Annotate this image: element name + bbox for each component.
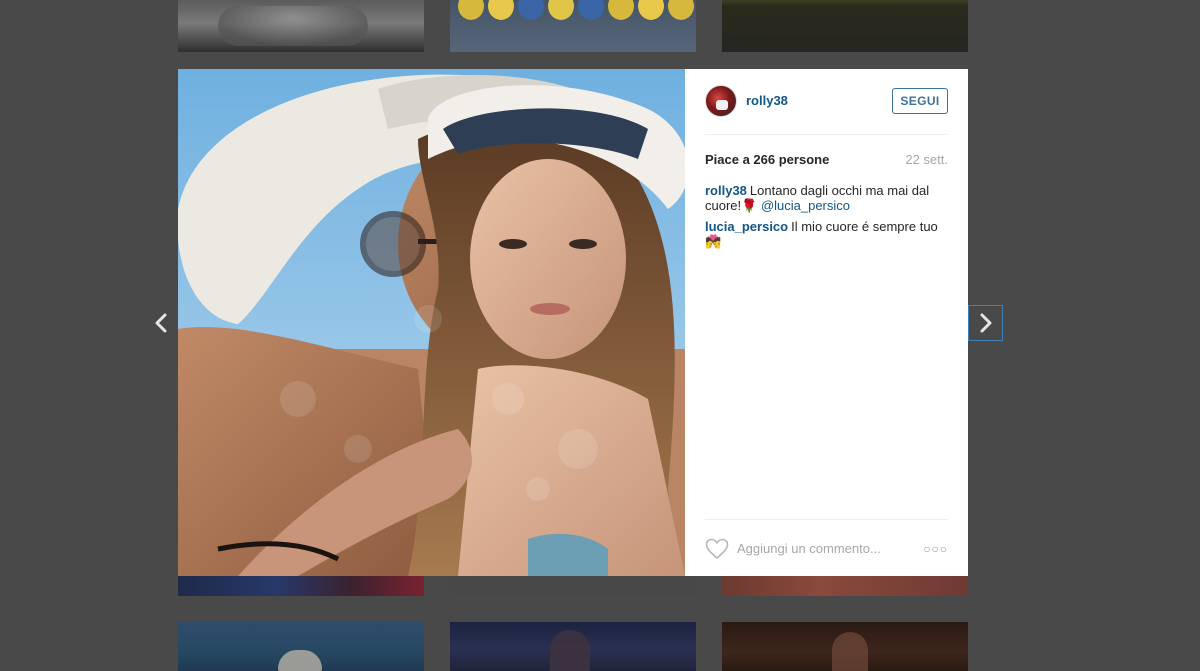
post-header: rolly38 SEGUI bbox=[705, 85, 948, 135]
comment-item: rolly38 Lontano dagli occhi ma mai dal cu… bbox=[705, 183, 948, 213]
comment-list: rolly38 Lontano dagli occhi ma mai dal cu… bbox=[705, 183, 948, 255]
comment-username[interactable]: rolly38 bbox=[705, 183, 747, 198]
comment-username[interactable]: lucia_persico bbox=[705, 219, 788, 234]
grid-thumbnail bbox=[722, 0, 968, 52]
post-sidebar: rolly38 SEGUI Piace a 266 persone 22 set… bbox=[685, 69, 968, 576]
selfie-image bbox=[178, 69, 685, 576]
post-modal: rolly38 SEGUI Piace a 266 persone 22 set… bbox=[178, 69, 968, 576]
next-post-button[interactable] bbox=[968, 305, 1003, 341]
post-username[interactable]: rolly38 bbox=[746, 93, 788, 108]
previous-post-button[interactable] bbox=[150, 305, 174, 341]
follow-button[interactable]: SEGUI bbox=[892, 88, 948, 114]
post-actions: Aggiungi un commento... ○○○ bbox=[705, 519, 948, 560]
add-comment-input[interactable]: Aggiungi un commento... bbox=[737, 541, 881, 556]
grid-thumbnail bbox=[722, 576, 968, 596]
grid-thumbnail bbox=[450, 576, 696, 596]
ellipsis-icon[interactable]: ○○○ bbox=[923, 542, 948, 556]
comment-item: lucia_persico Il mio cuore é sempre tuo💏 bbox=[705, 219, 948, 249]
grid-thumbnail bbox=[178, 576, 424, 596]
grid-thumbnail[interactable] bbox=[722, 622, 968, 671]
grid-thumbnail bbox=[178, 0, 424, 52]
post-photo bbox=[178, 69, 685, 576]
grid-thumbnail[interactable] bbox=[178, 622, 424, 671]
grid-thumbnail[interactable] bbox=[450, 622, 696, 671]
avatar[interactable] bbox=[705, 85, 737, 117]
likes-count[interactable]: Piace a 266 persone bbox=[705, 152, 829, 167]
comment-mention[interactable]: @lucia_persico bbox=[761, 198, 850, 213]
chevron-left-icon bbox=[155, 313, 167, 333]
post-date[interactable]: 22 sett. bbox=[905, 152, 948, 167]
chevron-right-icon bbox=[980, 313, 992, 333]
heart-icon[interactable] bbox=[705, 538, 729, 560]
grid-thumbnail bbox=[450, 0, 696, 52]
